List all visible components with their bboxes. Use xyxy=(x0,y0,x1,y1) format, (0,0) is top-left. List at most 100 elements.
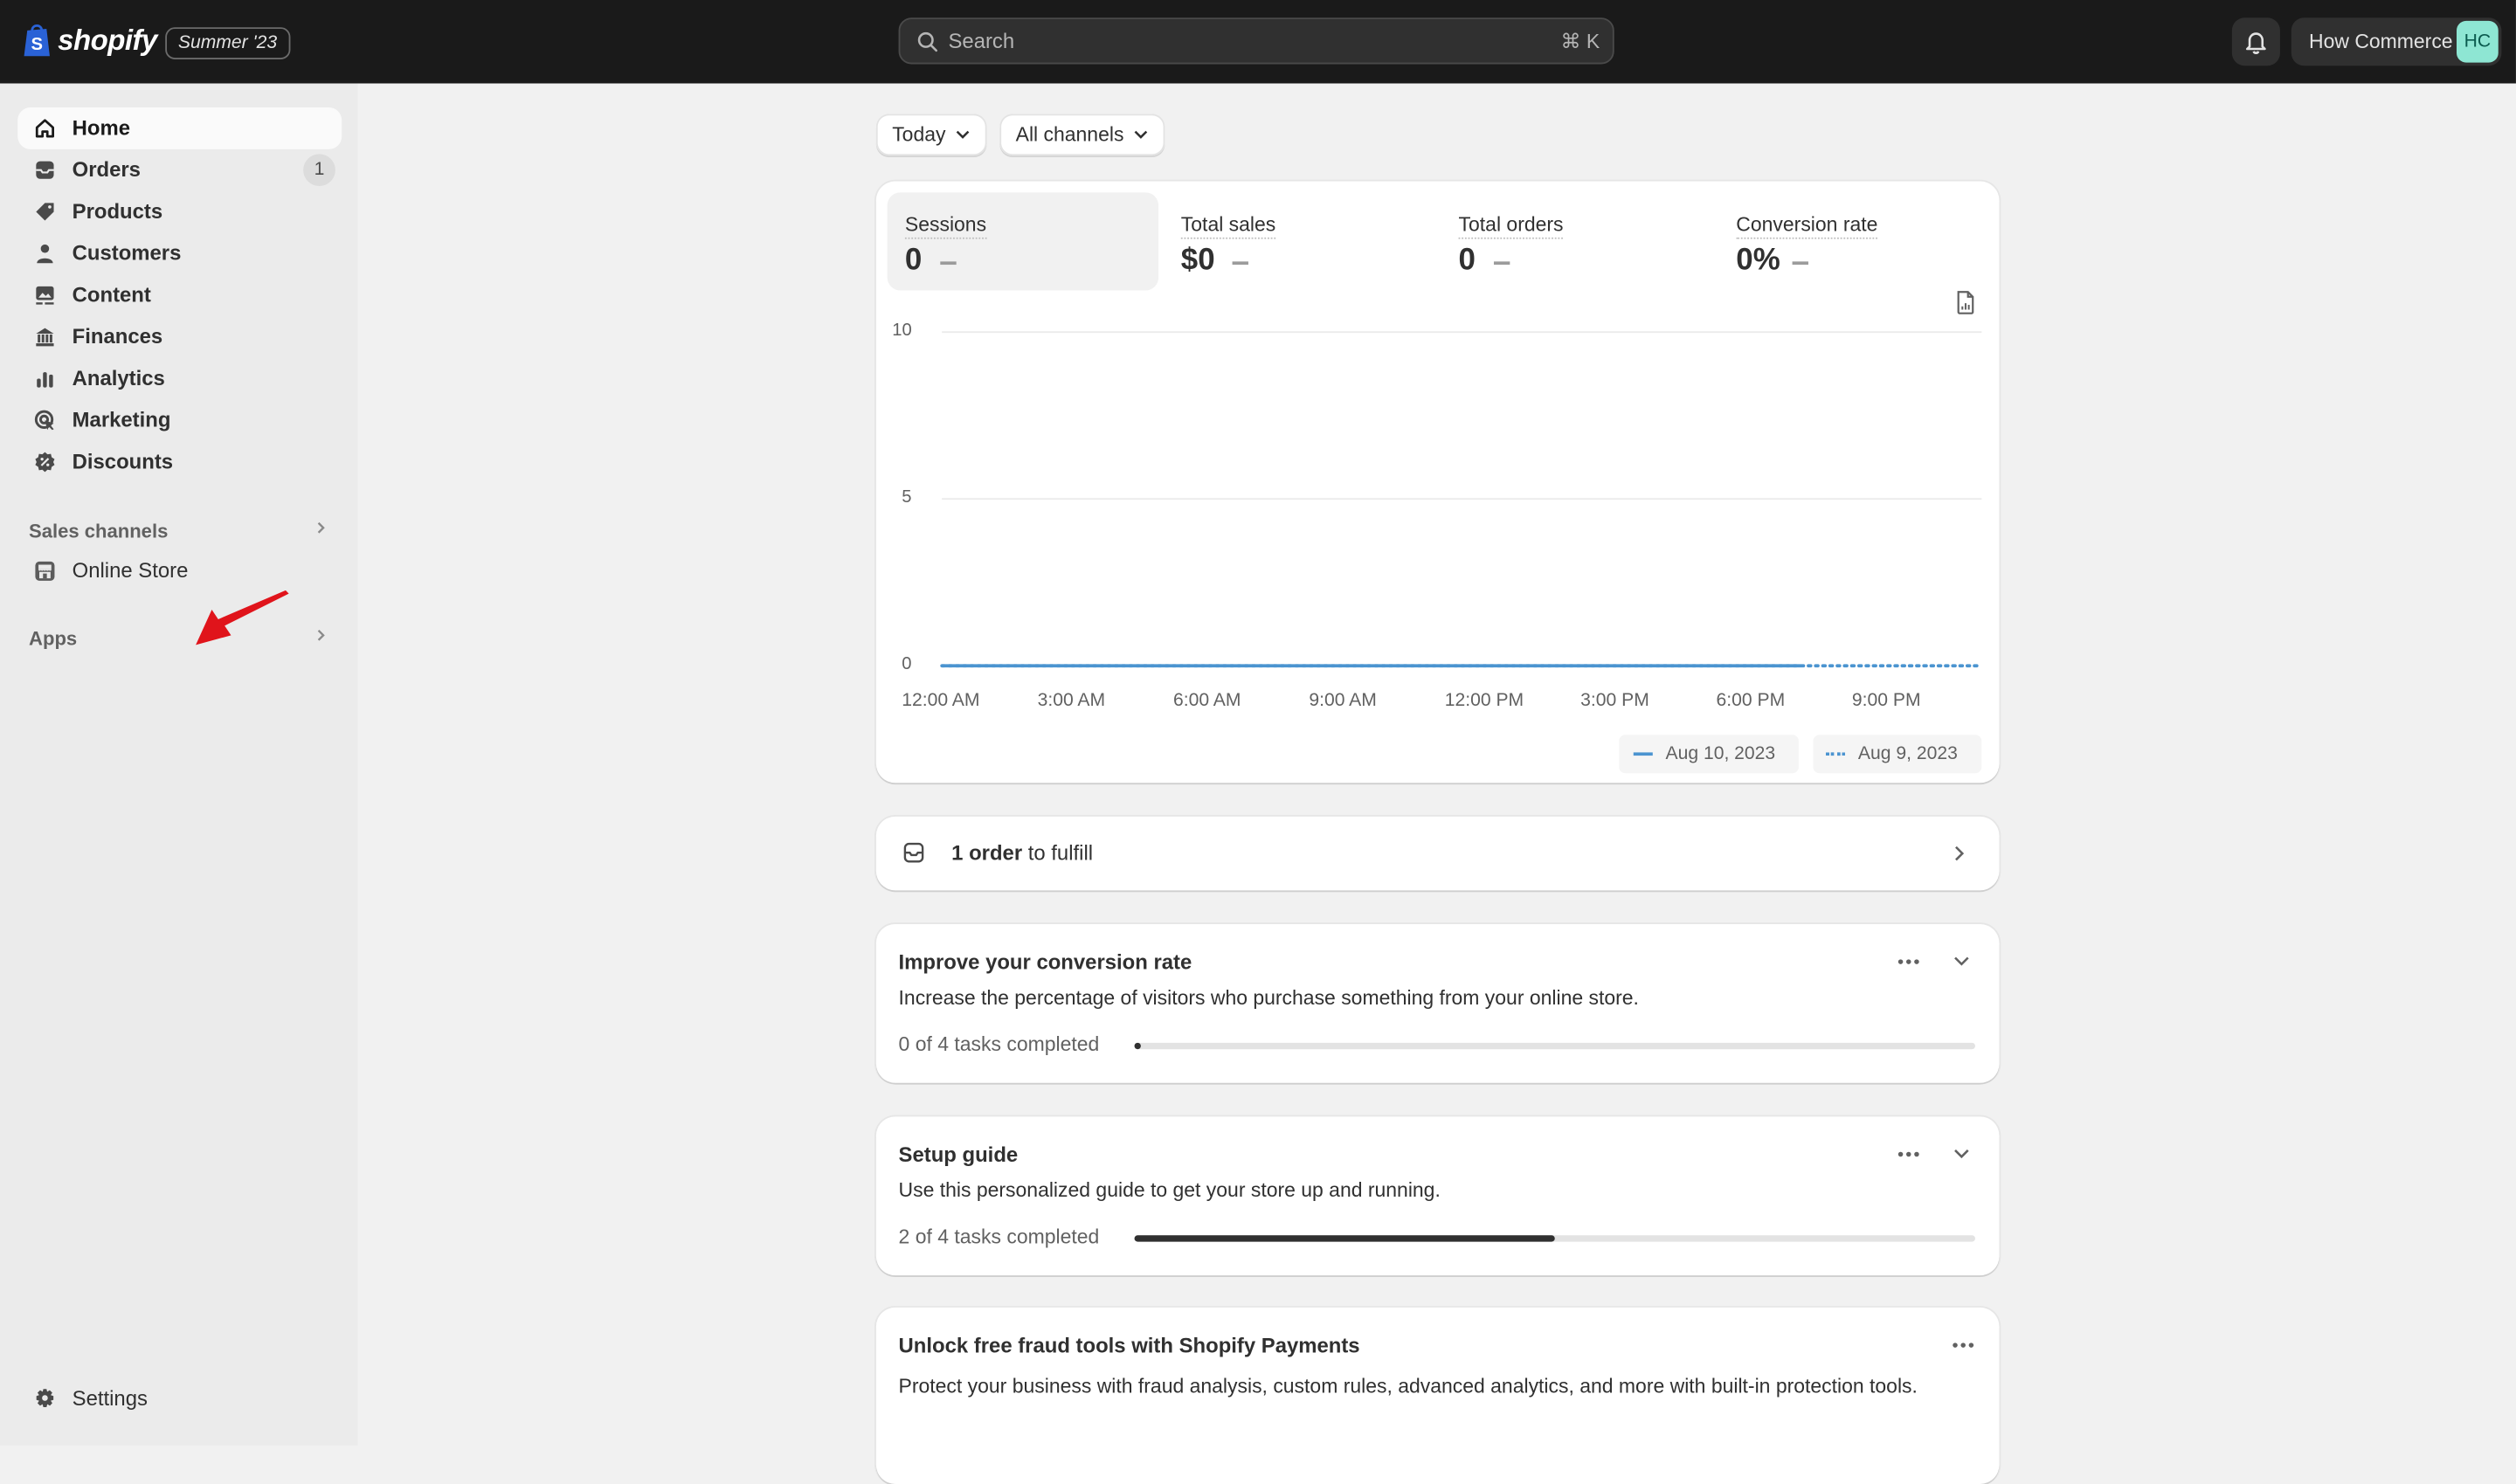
channel-value: All channels xyxy=(1015,123,1124,147)
sidebar-item-marketing[interactable]: Marketing xyxy=(17,399,342,441)
chart-plot xyxy=(940,331,1984,668)
shopify-logo[interactable]: S shopify xyxy=(23,23,157,58)
tag-icon xyxy=(36,203,54,221)
sidebar-item-label: Orders xyxy=(72,156,141,182)
analytics-card: Sessions 0 Total sales $0 Total orders 0… xyxy=(875,181,2000,783)
card-description: Use this personalized guide to get your … xyxy=(898,1178,1441,1202)
sidebar-item-label: Analytics xyxy=(72,365,165,390)
orders-count-badge: 1 xyxy=(303,154,335,187)
sidebar-item-home[interactable]: Home xyxy=(17,107,342,149)
progress-bar xyxy=(1134,1042,1975,1050)
chevron-down-icon xyxy=(1135,130,1148,139)
legend-label: Aug 9, 2023 xyxy=(1857,744,1958,764)
sidebar-item-label: Products xyxy=(72,198,163,224)
dotted-line-swatch-icon xyxy=(1826,752,1846,756)
sidebar-item-label: Content xyxy=(72,282,151,307)
search-placeholder: Search xyxy=(948,29,1015,53)
card-title: Improve your conversion rate xyxy=(898,949,1192,974)
shopify-admin: S shopify Summer '23 Search ⌘ K How Comm… xyxy=(0,0,2516,1484)
chevron-down-icon[interactable] xyxy=(1953,1147,1970,1160)
sidebar-item-label: Discounts xyxy=(72,449,174,473)
legend-item-current[interactable]: Aug 10, 2023 xyxy=(1619,735,1799,774)
more-actions-button[interactable] xyxy=(1946,1333,1979,1356)
sidebar-item-orders[interactable]: Orders 1 xyxy=(17,149,342,191)
search-shortcut: ⌘ K xyxy=(1560,30,1600,53)
date-range-select[interactable]: Today xyxy=(875,114,988,156)
store-icon xyxy=(35,561,55,581)
sidebar-item-label: Home xyxy=(72,115,131,140)
sidebar-item-label: Finances xyxy=(72,324,163,349)
search-icon xyxy=(917,31,938,52)
home-icon xyxy=(35,119,54,138)
fulfill-text: 1 order to fulfill xyxy=(951,840,1093,865)
discount-icon xyxy=(35,452,55,473)
svg-text:S: S xyxy=(31,35,43,54)
store-name: How Commerce xyxy=(2309,30,2453,53)
bar-chart-icon xyxy=(37,372,53,388)
bell-icon xyxy=(2246,32,2266,54)
store-menu-button[interactable]: How Commerce HC xyxy=(2291,17,2502,66)
x-tick-label: 3:00 PM xyxy=(1580,691,1649,711)
progress-bar xyxy=(1134,1235,1975,1242)
legend-label: Aug 10, 2023 xyxy=(1665,744,1776,764)
x-tick-label: 9:00 AM xyxy=(1309,691,1377,711)
sidebar-item-discounts[interactable]: Discounts xyxy=(17,441,342,483)
x-tick-label: 3:00 AM xyxy=(1037,691,1106,711)
edition-badge: Summer '23 xyxy=(165,27,290,59)
progress-label: 0 of 4 tasks completed xyxy=(898,1032,1100,1056)
apps-label: Apps xyxy=(29,627,78,650)
more-actions-button[interactable] xyxy=(1891,1142,1924,1165)
sidebar: Home Orders 1 Products Customers Content… xyxy=(0,83,358,1446)
target-icon xyxy=(34,410,54,431)
progress-label: 2 of 4 tasks completed xyxy=(898,1225,1100,1248)
orders-to-fulfill-card[interactable]: 1 order to fulfill xyxy=(875,816,2000,891)
search-input[interactable]: Search ⌘ K xyxy=(898,17,1614,65)
chevron-right-icon xyxy=(1955,846,1965,861)
sidebar-item-label: Settings xyxy=(72,1385,148,1411)
x-tick-label: 6:00 AM xyxy=(1172,691,1241,711)
sidebar-item-customers[interactable]: Customers xyxy=(17,232,342,274)
sales-channels-header[interactable]: Sales channels xyxy=(29,516,334,545)
sidebar-item-content[interactable]: Content xyxy=(17,274,342,316)
image-icon xyxy=(36,286,54,305)
x-tick-label: 6:00 PM xyxy=(1716,691,1786,711)
progress-bar-fill xyxy=(1134,1235,1555,1242)
shopify-bag-icon: S xyxy=(24,24,50,57)
fulfill-suffix: to fulfill xyxy=(1022,840,1094,865)
chevron-down-icon[interactable] xyxy=(1953,955,1970,968)
sidebar-item-label: Marketing xyxy=(72,407,171,432)
sidebar-item-settings[interactable]: Settings xyxy=(17,1378,342,1420)
notifications-button[interactable] xyxy=(2231,17,2280,66)
person-icon xyxy=(37,244,53,264)
x-tick-label: 9:00 PM xyxy=(1851,691,1921,711)
conversion-rate-card: Improve your conversion rate Increase th… xyxy=(875,923,2000,1083)
date-range-value: Today xyxy=(892,123,946,147)
sidebar-item-products[interactable]: Products xyxy=(17,191,342,233)
card-description: Protect your business with fraud analysi… xyxy=(898,1375,1918,1398)
chevron-right-icon xyxy=(317,629,325,641)
bank-icon xyxy=(36,328,54,347)
legend-item-previous[interactable]: Aug 9, 2023 xyxy=(1813,735,1982,774)
brand-wordmark: shopify xyxy=(58,23,157,56)
progress-bar-fill xyxy=(1134,1042,1141,1050)
annotation-arrow-icon xyxy=(196,590,289,645)
chevron-down-icon xyxy=(957,130,971,139)
inbox-icon xyxy=(36,161,54,179)
sidebar-item-finances[interactable]: Finances xyxy=(17,316,342,358)
sidebar-item-analytics[interactable]: Analytics xyxy=(17,358,342,400)
inbox-icon xyxy=(903,842,924,863)
top-bar: S shopify Summer '23 Search ⌘ K How Comm… xyxy=(0,0,2516,84)
card-title: Setup guide xyxy=(898,1142,1019,1167)
channel-select[interactable]: All channels xyxy=(999,114,1166,156)
sessions-chart: 10 5 0 12:00 AM 3:00 AM 6:00 AM 9:00 AM 12:0… xyxy=(876,182,2000,791)
setup-guide-card: Setup guide Use this personalized guide … xyxy=(875,1116,2000,1276)
avatar: HC xyxy=(2456,20,2499,63)
more-actions-button[interactable] xyxy=(1891,949,1924,972)
gear-icon xyxy=(36,1389,54,1407)
card-description: Increase the percentage of visitors who … xyxy=(898,986,1639,1010)
sidebar-item-label: Customers xyxy=(72,240,182,266)
fraud-tools-card: Unlock free fraud tools with Shopify Pay… xyxy=(875,1307,2000,1484)
sidebar-item-online-store[interactable]: Online Store xyxy=(17,550,342,592)
solid-line-swatch-icon xyxy=(1633,752,1653,756)
x-tick-label: 12:00 AM xyxy=(902,691,980,711)
